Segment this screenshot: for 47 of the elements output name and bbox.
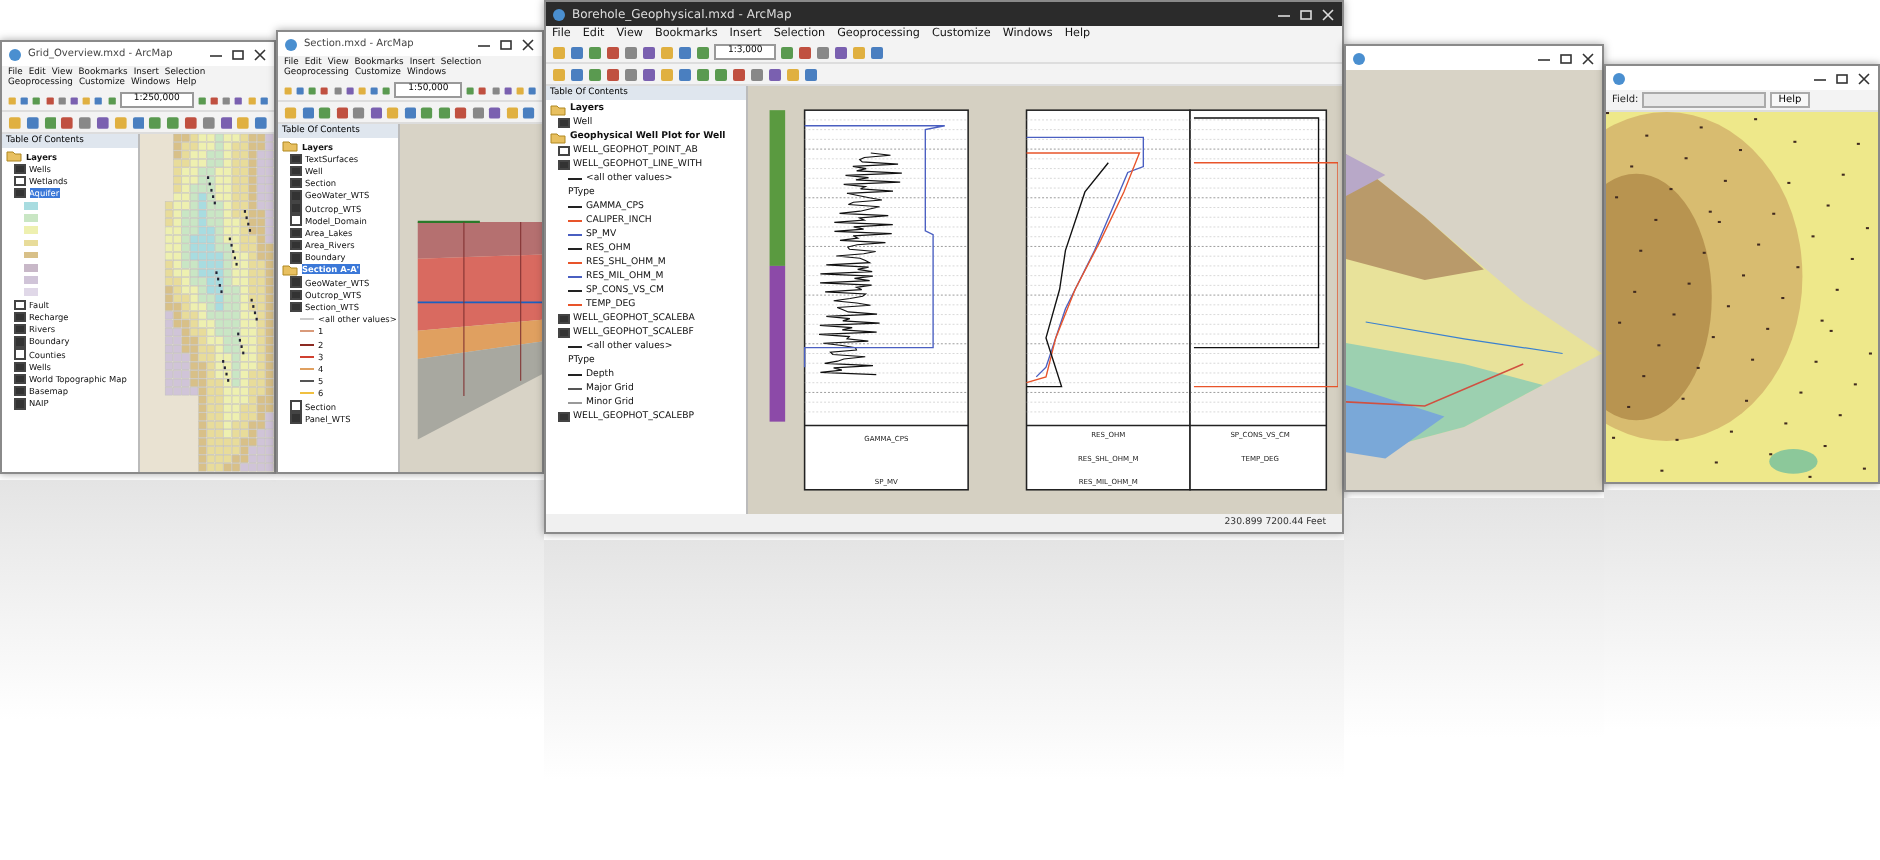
- checkbox[interactable]: [290, 276, 301, 288]
- checkbox[interactable]: [290, 227, 301, 239]
- checkbox[interactable]: [14, 373, 25, 385]
- checkbox[interactable]: [14, 348, 25, 360]
- checkbox[interactable]: [558, 313, 569, 325]
- checkbox[interactable]: [558, 159, 569, 171]
- checkbox[interactable]: [290, 301, 301, 313]
- close-icon[interactable]: [252, 47, 268, 61]
- checkbox[interactable]: [558, 327, 569, 339]
- globe-icon: [1612, 71, 1626, 85]
- checkbox[interactable]: [14, 398, 25, 410]
- checkbox[interactable]: [290, 252, 301, 264]
- checkbox[interactable]: [14, 175, 25, 187]
- close-icon[interactable]: [520, 37, 536, 51]
- checkbox[interactable]: [290, 239, 301, 251]
- maximize-icon[interactable]: [1834, 71, 1850, 85]
- checkbox[interactable]: [290, 214, 301, 226]
- checkbox[interactable]: [290, 289, 301, 301]
- checkbox[interactable]: [290, 190, 301, 202]
- checkbox[interactable]: [290, 412, 301, 424]
- globe-icon: [552, 7, 566, 21]
- checkbox[interactable]: [14, 323, 25, 335]
- checkbox[interactable]: [14, 385, 25, 397]
- close-icon[interactable]: [1856, 71, 1872, 85]
- checkbox[interactable]: [290, 400, 301, 412]
- checkbox[interactable]: [14, 311, 25, 323]
- dropdown-field[interactable]: [1642, 92, 1767, 108]
- checkbox[interactable]: [290, 165, 301, 177]
- maximize-icon[interactable]: [230, 47, 246, 61]
- checkbox[interactable]: [14, 336, 25, 348]
- checkbox[interactable]: [290, 202, 301, 214]
- maximize-icon[interactable]: [1558, 51, 1574, 65]
- globe-icon: [1352, 51, 1366, 65]
- checkbox[interactable]: [290, 177, 301, 189]
- close-icon[interactable]: [1580, 51, 1596, 65]
- globe-icon: [8, 47, 22, 61]
- checkbox[interactable]: [14, 361, 25, 373]
- checkbox[interactable]: [290, 153, 301, 165]
- checkbox[interactable]: [14, 163, 25, 175]
- checkbox[interactable]: [14, 299, 25, 311]
- checkbox[interactable]: [558, 145, 569, 157]
- maximize-icon[interactable]: [498, 37, 514, 51]
- globe-icon: [284, 37, 298, 51]
- folder-icon: [282, 263, 298, 276]
- checkbox[interactable]: [14, 187, 25, 199]
- checkbox[interactable]: [558, 411, 569, 423]
- checkbox[interactable]: [558, 117, 569, 129]
